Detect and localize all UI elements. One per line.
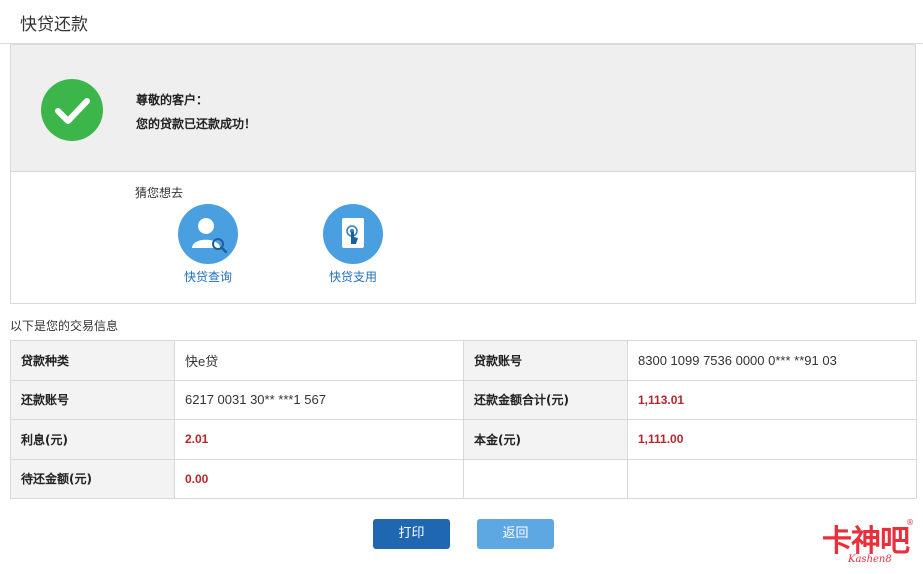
shortcut-label: 快贷查询 xyxy=(183,270,232,284)
amount-value: 1,113.01 xyxy=(627,379,917,420)
suggest-title: 猜您想去 xyxy=(135,186,184,200)
field-value: 8300 1099 7536 0000 0*** **91 03 xyxy=(627,340,917,381)
user-search-icon xyxy=(178,204,238,264)
shortcut-label: 快贷支用 xyxy=(328,270,377,284)
amount-value: 1,111.00 xyxy=(627,419,917,460)
field-label: 贷款账号 xyxy=(463,340,628,381)
check-circle-icon xyxy=(41,79,103,141)
shortcut-loan-draw[interactable]: 快贷支用 xyxy=(313,204,393,288)
success-panel: 尊敬的客户： 您的贷款已还款成功！ xyxy=(10,44,916,172)
shortcut-loan-query[interactable]: 快贷查询 xyxy=(168,204,248,288)
field-label: 还款金额合计(元) xyxy=(463,379,628,420)
watermark-logo: 卡神吧 Kashen8 ® xyxy=(818,516,918,572)
transaction-table: 贷款种类 快e贷 贷款账号 8300 1099 7536 0000 0*** *… xyxy=(10,340,917,499)
field-label: 利息(元) xyxy=(10,419,175,460)
table-row: 利息(元) 2.01 本金(元) 1,111.00 xyxy=(10,419,917,460)
empty-cell xyxy=(627,458,917,499)
field-value: 快e贷 xyxy=(174,340,464,381)
empty-cell xyxy=(463,458,628,499)
amount-value: 0.00 xyxy=(174,458,464,499)
page-title: 快贷还款 xyxy=(20,15,88,35)
suggest-panel: 猜您想去 快贷查询 快贷支用 xyxy=(10,172,916,304)
field-label: 还款账号 xyxy=(10,379,175,420)
back-button[interactable]: 返回 xyxy=(477,519,554,549)
registered-mark: ® xyxy=(906,518,914,527)
print-button[interactable]: 打印 xyxy=(373,519,450,549)
success-message: 您的贷款已还款成功！ xyxy=(136,117,257,131)
field-label: 待还金额(元) xyxy=(10,458,175,499)
table-row: 待还金额(元) 0.00 xyxy=(10,458,917,499)
field-label: 贷款种类 xyxy=(10,340,175,381)
tap-document-icon xyxy=(323,204,383,264)
table-row: 贷款种类 快e贷 贷款账号 8300 1099 7536 0000 0*** *… xyxy=(10,340,917,381)
page-header: 快贷还款 xyxy=(0,0,923,44)
greeting-text: 尊敬的客户： xyxy=(136,93,209,107)
transaction-caption: 以下是您的交易信息 xyxy=(10,319,119,333)
amount-value: 2.01 xyxy=(174,419,464,460)
table-row: 还款账号 6217 0031 30** ***1 567 还款金额合计(元) 1… xyxy=(10,379,917,420)
field-label: 本金(元) xyxy=(463,419,628,460)
field-value: 6217 0031 30** ***1 567 xyxy=(174,379,464,420)
watermark-subtext: Kashen8 xyxy=(848,554,892,565)
